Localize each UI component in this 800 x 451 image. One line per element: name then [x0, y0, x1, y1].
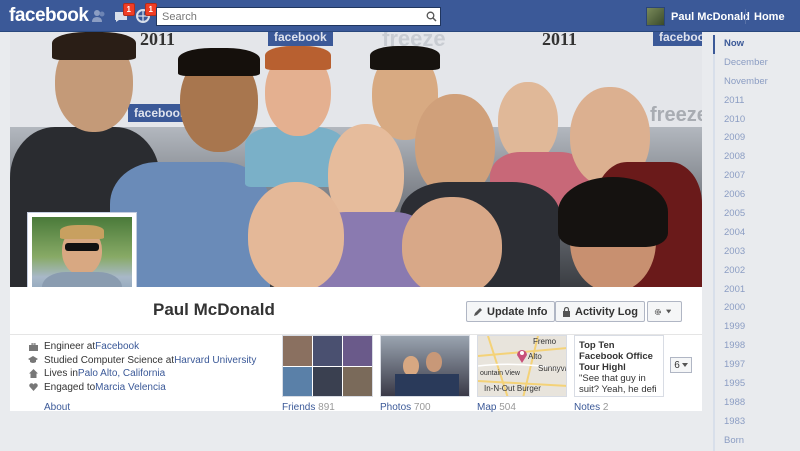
- settings-dropdown-button[interactable]: [647, 301, 682, 322]
- briefcase-icon: [28, 342, 38, 352]
- timeline-year-nav: Now December November 2011 2010 2009 2008 2007 2…: [713, 35, 800, 451]
- person-hair: [370, 46, 440, 70]
- about-summary: Engineer at Facebook Studied Computer Sc…: [28, 340, 256, 394]
- messages-icon[interactable]: 1: [113, 3, 135, 24]
- profile-name: Paul McDonald: [153, 300, 275, 319]
- map-tile[interactable]: Fremo Alto Sunnyva ountain View In-N-Out…: [477, 335, 567, 397]
- timeline-item[interactable]: 1988: [713, 393, 800, 413]
- banner-year-right: 2011: [542, 32, 578, 49]
- top-navigation-bar: facebook 1 1 Paul McDonald Home: [0, 0, 800, 32]
- person-hair: [558, 177, 668, 247]
- person-hair: [52, 32, 136, 60]
- friends-section-link[interactable]: Friends 891: [282, 402, 335, 413]
- timeline-item[interactable]: November: [713, 72, 800, 92]
- update-info-button[interactable]: Update Info: [466, 301, 555, 322]
- banner-freeze-right: freeze: [650, 104, 702, 126]
- person-face: [498, 82, 558, 162]
- work-link[interactable]: Facebook: [95, 340, 139, 354]
- relationship-link[interactable]: Marcia Velencia: [95, 381, 166, 395]
- gear-icon: [654, 308, 661, 315]
- banner-brand-right: facebook: [653, 32, 702, 46]
- photos-tile[interactable]: [380, 335, 470, 397]
- person-hair: [265, 46, 331, 70]
- avatar: [646, 7, 665, 26]
- update-info-label: Update Info: [487, 305, 548, 318]
- notes-tile[interactable]: Top Ten Facebook Office Tour Highl "See …: [574, 335, 664, 397]
- banner-brand-top: facebook: [268, 32, 333, 46]
- chevron-down-icon: [665, 309, 671, 314]
- timeline-item[interactable]: 1998: [713, 337, 800, 357]
- activity-log-button[interactable]: Activity Log: [555, 301, 645, 322]
- graduation-cap-icon: [28, 355, 38, 365]
- friend-requests-icon[interactable]: [91, 8, 107, 24]
- timeline-item[interactable]: 2011: [713, 91, 800, 111]
- timeline-item[interactable]: 2000: [713, 299, 800, 319]
- person-hair: [178, 48, 260, 76]
- messages-badge: 1: [122, 3, 135, 16]
- map-pin-icon: [517, 350, 527, 363]
- timeline-item[interactable]: Now: [713, 35, 800, 54]
- timeline-item[interactable]: 2005: [713, 205, 800, 224]
- education-link[interactable]: Harvard University: [174, 354, 256, 368]
- house-icon: [28, 369, 38, 379]
- search-input[interactable]: [157, 8, 422, 25]
- location-link[interactable]: Palo Alto, California: [78, 367, 165, 381]
- timeline-item[interactable]: 2008: [713, 148, 800, 168]
- search-box: [156, 7, 441, 26]
- timeline-item[interactable]: 2004: [713, 223, 800, 243]
- profile-link-name: Paul McDonald: [671, 10, 750, 23]
- friends-thumbnails: [283, 336, 372, 396]
- about-row-education: Studied Computer Science at Harvard Univ…: [28, 354, 256, 368]
- timeline-item[interactable]: 1997: [713, 356, 800, 376]
- search-icon[interactable]: [422, 8, 440, 25]
- profile-header-bar: Paul McDonald Update Info Activity Log: [10, 287, 702, 335]
- profile-link[interactable]: Paul McDonald: [646, 7, 750, 26]
- timeline-item[interactable]: 2001: [713, 280, 800, 300]
- heart-icon: [28, 382, 38, 392]
- person-face: [248, 182, 344, 287]
- timeline-item[interactable]: 2010: [713, 110, 800, 130]
- home-link[interactable]: Home: [754, 11, 785, 23]
- about-row-work: Engineer at Facebook: [28, 340, 256, 354]
- timeline-item[interactable]: 2007: [713, 167, 800, 187]
- nav-divider: [745, 9, 746, 24]
- timeline-item[interactable]: 2009: [713, 129, 800, 149]
- timeline-item[interactable]: Born: [713, 431, 800, 451]
- timeline-item[interactable]: 2006: [713, 186, 800, 206]
- banner-year-left: 2011: [140, 32, 176, 49]
- note-title: Top Ten Facebook Office Tour Highl: [579, 340, 653, 373]
- facebook-logo[interactable]: facebook: [9, 5, 89, 27]
- lock-icon: [563, 306, 570, 317]
- friends-tile[interactable]: [282, 335, 373, 397]
- map-section-link[interactable]: Map 504: [477, 402, 516, 413]
- note-excerpt: "See that guy in suit? Yeah, he defi: [579, 373, 657, 395]
- notifications-icon[interactable]: 1: [135, 3, 157, 24]
- timeline-item[interactable]: 2002: [713, 261, 800, 281]
- notes-section-link[interactable]: Notes 2: [574, 402, 608, 413]
- timeline-item[interactable]: December: [713, 53, 800, 73]
- pencil-icon: [474, 307, 482, 316]
- timeline-item[interactable]: 1995: [713, 375, 800, 394]
- activity-log-label: Activity Log: [575, 305, 638, 318]
- about-row-relationship: Engaged to Marcia Velencia: [28, 381, 256, 395]
- timeline-item[interactable]: 1999: [713, 318, 800, 338]
- timeline-item[interactable]: 2003: [713, 242, 800, 262]
- more-sections-dropdown[interactable]: 6: [670, 357, 692, 373]
- chevron-down-icon: [681, 363, 688, 367]
- person-face: [402, 197, 502, 287]
- about-section-link[interactable]: About: [44, 402, 70, 413]
- photos-section-link[interactable]: Photos 700: [380, 402, 431, 413]
- about-row-location: Lives in Palo Alto, California: [28, 367, 256, 381]
- timeline-item[interactable]: 1983: [713, 412, 800, 432]
- profile-lower-section: Engineer at Facebook Studied Computer Sc…: [10, 335, 702, 413]
